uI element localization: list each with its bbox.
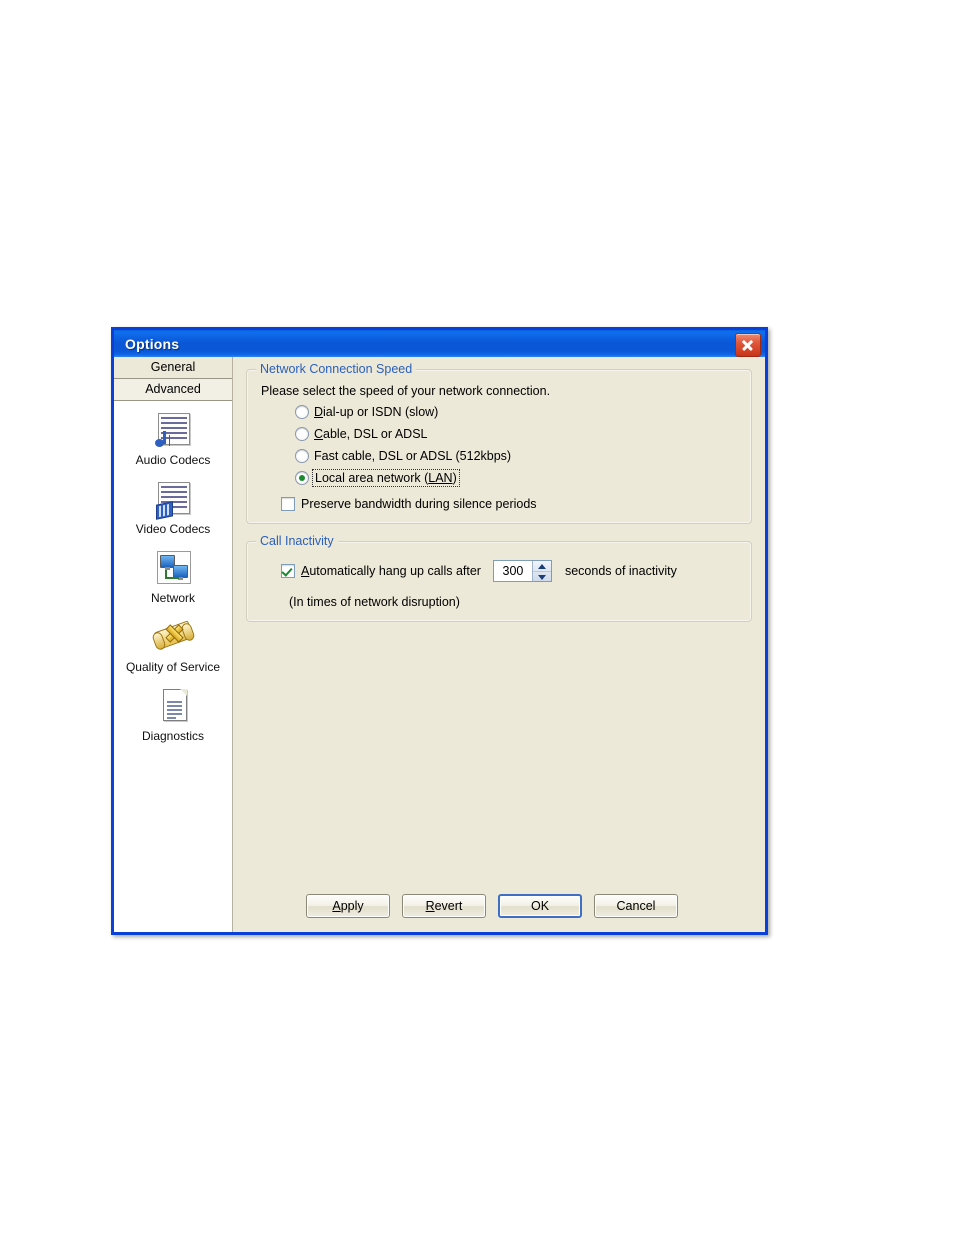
call-inactivity-group-title: Call Inactivity	[256, 534, 338, 548]
timeout-decrement-button[interactable]	[533, 572, 551, 582]
ok-button[interactable]: OK	[498, 894, 582, 918]
sidebar-tab-advanced-label: Advanced	[145, 382, 201, 396]
sidebar-item-quality-of-service[interactable]: Quality of Service	[114, 618, 232, 674]
title-bar[interactable]: Options	[111, 327, 768, 357]
dialog-body: General Advanced Audio Codecs Video Code…	[114, 357, 765, 932]
sidebar-item-video-codecs[interactable]: Video Codecs	[114, 480, 232, 536]
sidebar-item-quality-of-service-label: Quality of Service	[125, 660, 221, 674]
cancel-button[interactable]: Cancel	[594, 894, 678, 918]
sidebar-tab-general-label: General	[150, 360, 196, 374]
checkbox-auto-hangup-label: Automatically hang up calls after	[301, 564, 481, 578]
timeout-suffix-label: seconds of inactivity	[564, 564, 677, 578]
sidebar-tab-advanced[interactable]: Advanced	[114, 379, 232, 401]
options-dialog: Options General Advanced Audio Codecs Vi…	[111, 327, 768, 935]
radio-local-area-network-indicator[interactable]	[295, 471, 309, 485]
network-icon	[153, 549, 193, 589]
main-panel: Network Connection Speed Please select t…	[233, 357, 765, 932]
close-icon[interactable]	[735, 333, 761, 357]
audio-codecs-icon	[153, 411, 193, 451]
radio-dialup-isdn-indicator[interactable]	[295, 405, 309, 419]
quality-of-service-icon	[151, 618, 196, 658]
network-disruption-note: (In times of network disruption)	[289, 595, 460, 609]
sidebar-item-video-codecs-label: Video Codecs	[135, 522, 211, 536]
sidebar-item-diagnostics-label: Diagnostics	[141, 729, 205, 743]
checkbox-preserve-bandwidth-label: Preserve bandwidth during silence period…	[301, 497, 537, 511]
timeout-stepper-buttons	[531, 561, 551, 582]
checkbox-auto-hangup[interactable]: Automatically hang up calls after	[281, 564, 481, 578]
timeout-value[interactable]: 300	[493, 561, 532, 581]
network-speed-group: Network Connection Speed Please select t…	[246, 362, 752, 524]
radio-cable-dsl-adsl[interactable]: Cable, DSL or ADSL	[295, 427, 428, 441]
radio-cable-dsl-adsl-indicator[interactable]	[295, 427, 309, 441]
sidebar-tab-general[interactable]: General	[114, 357, 232, 379]
radio-fast-cable-dsl-adsl-label: Fast cable, DSL or ADSL (512kbps)	[314, 449, 512, 463]
timeout-increment-button[interactable]	[532, 561, 551, 572]
network-speed-instruction: Please select the speed of your network …	[261, 384, 551, 398]
radio-dialup-isdn[interactable]: Dial-up or ISDN (slow)	[295, 405, 438, 419]
sidebar-icon-list: Audio Codecs Video Codecs Network Qualit…	[114, 401, 232, 743]
window-title: Options	[125, 335, 180, 352]
video-codecs-icon	[153, 480, 193, 520]
radio-local-area-network[interactable]: Local area network (LAN)	[295, 469, 460, 487]
timeout-stepper[interactable]: 300	[492, 560, 552, 582]
sidebar-item-network[interactable]: Network	[114, 549, 232, 605]
hangup-row: Automatically hang up calls after 300 se…	[281, 560, 739, 582]
apply-button[interactable]: Apply	[306, 894, 390, 918]
revert-button[interactable]: Revert	[402, 894, 486, 918]
sidebar-item-network-label: Network	[150, 591, 195, 605]
checkbox-preserve-bandwidth[interactable]: Preserve bandwidth during silence period…	[281, 497, 739, 511]
radio-fast-cable-dsl-adsl[interactable]: Fast cable, DSL or ADSL (512kbps)	[295, 449, 511, 463]
network-speed-group-title: Network Connection Speed	[256, 362, 417, 376]
radio-local-area-network-label: Local area network (LAN)	[312, 469, 460, 487]
checkbox-preserve-bandwidth-indicator[interactable]	[281, 497, 295, 511]
radio-dialup-isdn-label: Dial-up or ISDN (slow)	[314, 405, 439, 419]
radio-cable-dsl-adsl-label: Cable, DSL or ADSL	[314, 427, 428, 441]
diagnostics-icon	[153, 687, 193, 727]
checkbox-auto-hangup-indicator[interactable]	[281, 564, 295, 578]
sidebar-item-audio-codecs-label: Audio Codecs	[135, 453, 211, 467]
dialog-footer: Apply Revert OK Cancel	[233, 894, 765, 918]
call-inactivity-group: Call Inactivity Automatically hang up ca…	[246, 534, 752, 622]
sidebar-item-audio-codecs[interactable]: Audio Codecs	[114, 411, 232, 467]
sidebar-item-diagnostics[interactable]: Diagnostics	[114, 687, 232, 743]
radio-fast-cable-dsl-adsl-indicator[interactable]	[295, 449, 309, 463]
sidebar: General Advanced Audio Codecs Video Code…	[114, 357, 233, 932]
